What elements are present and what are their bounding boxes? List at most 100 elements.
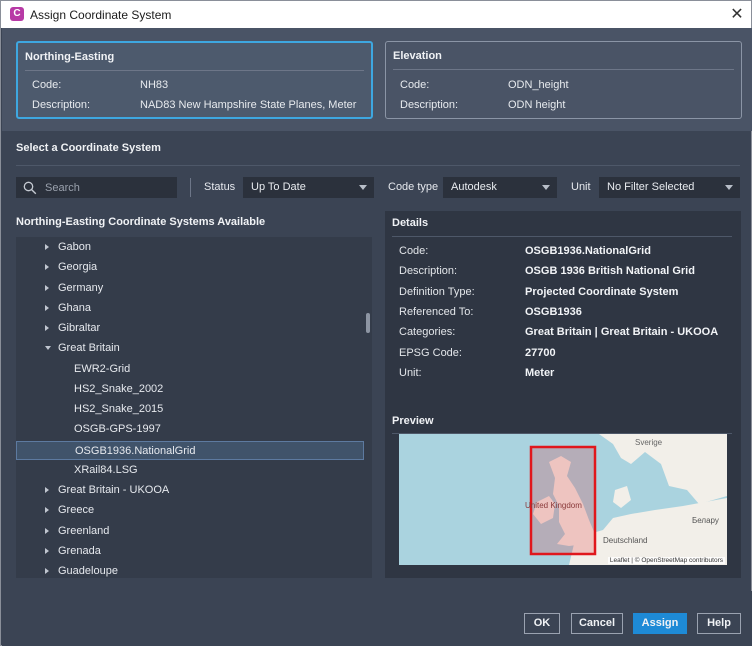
tree-group-item[interactable]: Guadeloupe bbox=[16, 562, 364, 578]
tree-group-item[interactable]: Georgia bbox=[16, 258, 364, 277]
tree-scrollbar[interactable] bbox=[364, 237, 372, 578]
tree-group-item[interactable]: Great Britain - UKOOA bbox=[16, 481, 364, 500]
chevron-down-icon bbox=[542, 185, 550, 190]
caret-right-icon[interactable] bbox=[45, 244, 49, 250]
close-button[interactable]: ✕ bbox=[725, 5, 749, 25]
elevation-title: Elevation bbox=[393, 50, 442, 62]
caret-right-icon[interactable] bbox=[45, 568, 49, 574]
title-bar: C Assign Coordinate System ✕ bbox=[1, 1, 751, 28]
northing-easting-card[interactable]: Northing-Easting Code: NH83 Description:… bbox=[16, 41, 373, 119]
tree-group-item[interactable]: Gibraltar bbox=[16, 319, 364, 338]
tree-item-label: Germany bbox=[58, 281, 104, 294]
tree-group-item[interactable]: Great Britain bbox=[16, 339, 364, 358]
divider bbox=[392, 236, 732, 237]
map-graphic bbox=[399, 434, 727, 565]
assign-coordinate-system-dialog: C Assign Coordinate System ✕ Northing-Ea… bbox=[0, 0, 752, 646]
tree-item-label: XRail84.LSG bbox=[74, 463, 138, 476]
code-type-dropdown[interactable]: Autodesk bbox=[443, 177, 557, 198]
divider bbox=[16, 165, 740, 166]
caret-down-icon[interactable] bbox=[45, 346, 51, 351]
details-panel: Details Code: OSGB1936.NationalGrid Descri… bbox=[385, 211, 741, 578]
map-label-belarus: Белару bbox=[692, 516, 719, 525]
tree-group-item[interactable]: Greenland bbox=[16, 522, 364, 541]
divider bbox=[393, 69, 734, 70]
tree-group-item[interactable]: Gabon bbox=[16, 238, 364, 257]
search-box[interactable] bbox=[16, 177, 177, 198]
ok-button[interactable]: OK bbox=[524, 613, 560, 634]
map-label-sverige: Sverige bbox=[635, 438, 663, 447]
detail-label: Definition Type: bbox=[399, 285, 475, 298]
tree-item-label: HS2_Snake_2002 bbox=[74, 382, 164, 395]
detail-label: Referenced To: bbox=[399, 305, 474, 318]
caret-right-icon[interactable] bbox=[45, 264, 49, 271]
detail-label: EPSG Code: bbox=[399, 346, 462, 359]
tree-item-label: OSGB-GPS-1997 bbox=[74, 423, 161, 436]
tree-item-label: Great Britain bbox=[58, 342, 120, 355]
status-dropdown[interactable]: Up To Date bbox=[243, 177, 374, 198]
tree-group-item[interactable]: Grenada bbox=[16, 542, 364, 561]
unit-dropdown[interactable]: No Filter Selected bbox=[599, 177, 740, 198]
preview-map[interactable]: Sverige United Kingdom Deutschland Белар… bbox=[399, 434, 727, 565]
ne-code-value: NH83 bbox=[140, 79, 169, 91]
detail-value: OSGB 1936 British National Grid bbox=[525, 265, 695, 278]
map-label-uk: United Kingdom bbox=[525, 501, 582, 510]
tree-leaf-item[interactable]: HS2_Snake_2015 bbox=[16, 400, 364, 419]
help-button[interactable]: Help bbox=[697, 613, 741, 634]
tree-item-label: Gabon bbox=[58, 241, 92, 253]
tree-group-item[interactable]: Ghana bbox=[16, 299, 364, 318]
detail-value: OSGB1936.NationalGrid bbox=[525, 245, 651, 257]
tree-group-item[interactable]: Germany bbox=[16, 279, 364, 298]
tree-item-label: HS2_Snake_2015 bbox=[74, 403, 164, 415]
details-title: Details bbox=[392, 217, 429, 229]
tree-leaf-item[interactable]: XRail84.LSG bbox=[16, 461, 364, 480]
select-section-title: Select a Coordinate System bbox=[16, 142, 161, 154]
caret-right-icon[interactable] bbox=[45, 325, 49, 331]
caret-right-icon[interactable] bbox=[45, 547, 49, 554]
current-systems-area: Northing-Easting Code: NH83 Description:… bbox=[2, 28, 752, 131]
ne-description-label: Description: bbox=[32, 99, 91, 111]
tree-leaf-item[interactable]: OSGB1936.NationalGrid bbox=[16, 440, 364, 460]
list-title: Northing-Easting Coordinate Systems Avai… bbox=[16, 216, 266, 228]
civil3d-app-icon: C bbox=[10, 7, 24, 21]
caret-right-icon[interactable] bbox=[45, 284, 49, 291]
elevation-card[interactable]: Elevation Code: ODN_height Description: … bbox=[385, 41, 742, 119]
detail-label: Description: bbox=[399, 265, 458, 278]
tree-item-label: EWR2-Grid bbox=[74, 362, 131, 375]
assign-button[interactable]: Assign bbox=[633, 613, 687, 634]
detail-value: Great Britain | Great Britain - UKOOA bbox=[525, 326, 719, 339]
elev-description-value: ODN height bbox=[508, 99, 566, 111]
detail-value: OSGB1936 bbox=[525, 305, 582, 318]
elev-description-label: Description: bbox=[400, 99, 459, 111]
tree-item-label: Great Britain - UKOOA bbox=[58, 484, 170, 496]
caret-right-icon[interactable] bbox=[45, 304, 49, 311]
tree-leaf-item[interactable]: HS2_Snake_2002 bbox=[16, 380, 364, 399]
cancel-button[interactable]: Cancel bbox=[571, 613, 623, 634]
tree-item-label: Georgia bbox=[58, 261, 98, 274]
northing-easting-title: Northing-Easting bbox=[25, 51, 115, 63]
search-input[interactable] bbox=[45, 180, 170, 196]
divider bbox=[190, 178, 191, 197]
unit-label: Unit bbox=[571, 181, 591, 193]
detail-value: 27700 bbox=[525, 346, 556, 359]
caret-right-icon[interactable] bbox=[45, 487, 49, 493]
status-label: Status bbox=[204, 181, 236, 193]
tree-leaf-item[interactable]: OSGB-GPS-1997 bbox=[16, 420, 364, 439]
tree-group-item[interactable]: Greece bbox=[16, 501, 364, 520]
unit-dropdown-value: No Filter Selected bbox=[607, 181, 695, 193]
map-attribution[interactable]: Leaflet | © OpenStreetMap contributors bbox=[607, 557, 725, 564]
scrollbar-thumb[interactable] bbox=[366, 313, 370, 333]
chevron-down-icon bbox=[725, 185, 733, 190]
coordinate-system-tree[interactable]: Gabon Georgia Germany Ghana Gibraltar Great B… bbox=[16, 237, 372, 578]
tree-leaf-item[interactable]: EWR2-Grid bbox=[16, 360, 364, 379]
tree-item-label: Greenland bbox=[58, 524, 110, 537]
search-icon bbox=[23, 181, 37, 195]
detail-value: Meter bbox=[525, 366, 555, 379]
window-title: Assign Coordinate System bbox=[30, 8, 172, 22]
code-type-dropdown-value: Autodesk bbox=[451, 181, 497, 193]
caret-right-icon[interactable] bbox=[45, 527, 49, 534]
detail-label: Unit: bbox=[399, 366, 422, 379]
divider bbox=[25, 70, 364, 71]
map-label-deutschland: Deutschland bbox=[603, 536, 648, 545]
code-type-label: Code type bbox=[388, 181, 439, 193]
caret-right-icon[interactable] bbox=[45, 507, 49, 514]
